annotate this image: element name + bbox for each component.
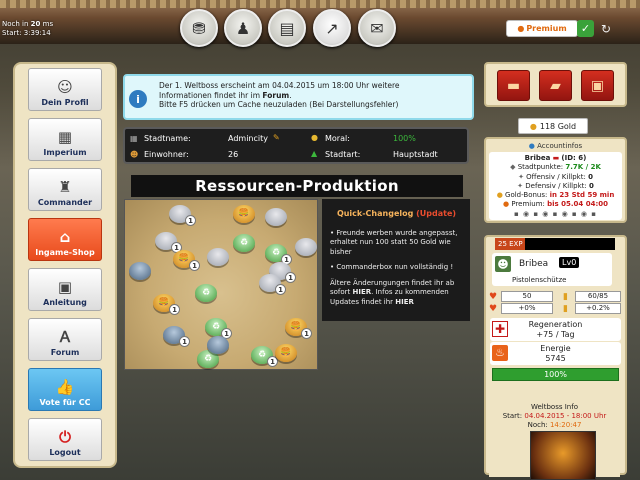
resource-tile[interactable]: ♻ xyxy=(233,234,255,252)
resource-tile[interactable] xyxy=(207,248,229,266)
back-arrow-icon[interactable]: ↻ xyxy=(598,20,614,37)
coins-stack-icon[interactable]: ⛃ xyxy=(180,9,218,47)
ammo-icon: ▮ xyxy=(563,292,568,302)
ammo-bar: 60/85 xyxy=(575,291,621,302)
medical-cross-icon: ✚ xyxy=(492,321,508,337)
tile-level-badge: 1 xyxy=(189,260,200,271)
account-info-icon: ● xyxy=(528,142,535,150)
info-icon: i xyxy=(129,90,147,108)
health-bonus: +0% xyxy=(501,303,553,314)
character-card: ☻ Bribea Lv0 Pistolenschütze xyxy=(492,253,612,286)
ammo-bonus-icon: ▮ xyxy=(563,304,568,314)
profile-icon: ☺ xyxy=(57,78,73,96)
forum-link[interactable]: Forum xyxy=(262,91,289,100)
sidebar-item-commander[interactable]: ♜ Commander xyxy=(28,168,102,211)
sidebar-item-forum[interactable]: Ａ Forum xyxy=(28,318,102,361)
residents-icon: ☻ xyxy=(130,150,139,159)
commander-icon: ♜ xyxy=(58,178,72,196)
scroll-icon[interactable]: ✉ xyxy=(358,9,396,47)
offense-icon: ✦ xyxy=(518,172,524,181)
flag-icon: ▬ xyxy=(552,154,560,162)
reward-crate-icon[interactable]: ▣ xyxy=(581,70,614,101)
resource-map: 1 🍔 1 ♻ 🍔 1 ♻ 1 1 🍔 1 ♻ 1 ♻ 1 1 🍔 1 ♻ ♻ 1 🍔 xyxy=(124,199,318,370)
morale-medal-icon: ● xyxy=(311,133,318,142)
premium-coin-icon: ● xyxy=(517,24,525,33)
energy-progress-bar: 100% xyxy=(492,368,619,381)
energy-box: ♨ Energie 5745 xyxy=(490,342,621,365)
info-banner: Der 1. Weltboss erscheint am 04.04.2015 … xyxy=(123,74,474,120)
sidebar-item-logout[interactable]: ⏻ Logout xyxy=(28,418,102,461)
sidebar: ☺ Dein Profil ▦ Imperium ♜ Commander ⌂ Ingam… xyxy=(13,62,117,468)
tile-level-badge: 1 xyxy=(301,328,312,339)
health-bar: 50 xyxy=(501,291,553,302)
chessboard-icon: ▦ xyxy=(57,128,73,146)
sidebar-item-shop[interactable]: ⌂ Ingame-Shop xyxy=(28,218,102,261)
account-link-icons[interactable]: ▪ ◉ ▪ ◉ ▪ ◉ ▪ ◉ ▪ xyxy=(493,210,618,219)
newspaper-icon[interactable]: ▤ xyxy=(268,9,306,47)
tile-level-badge: 1 xyxy=(285,272,296,283)
resource-tile[interactable] xyxy=(207,336,229,354)
health-bonus-icon: ♥ xyxy=(489,304,498,314)
gold-bonus-icon: ● xyxy=(496,191,503,200)
resource-tile[interactable]: 🍔 xyxy=(275,344,297,362)
check-icon[interactable]: ✓ xyxy=(577,20,594,37)
exp-bar: 25 EXP xyxy=(495,238,615,250)
tile-level-badge: 1 xyxy=(185,215,196,226)
defense-icon: ✦ xyxy=(517,181,524,190)
timer-display: Noch in 20 ms Start: 3:39:14 xyxy=(2,20,54,37)
fire-icon: ♨ xyxy=(492,345,508,361)
premium-button[interactable]: ● Premium xyxy=(506,20,578,37)
changelog-link-upcoming[interactable]: HIER xyxy=(395,298,414,306)
ammo-bonus: +0.2% xyxy=(575,303,621,314)
power-icon: ⏻ xyxy=(59,428,71,446)
regeneration-box: ✚ Regeneration +75 / Tag xyxy=(490,318,621,341)
account-details: Bribea ▬ (ID: 6) ◆ Stadtpunkte: 7.7K / 2… xyxy=(489,152,622,220)
changelog-panel: Quick-Changelog (Update) • Freunde werbe… xyxy=(322,199,470,321)
page-title: Ressourcen-Produktion xyxy=(131,175,463,197)
health-icon: ♥ xyxy=(489,292,498,302)
soldier-avatar-icon: ☻ xyxy=(495,256,511,272)
tile-level-badge: 1 xyxy=(275,284,286,295)
shop-icon: ⌂ xyxy=(59,228,71,246)
sidebar-item-profile[interactable]: ☺ Dein Profil xyxy=(28,68,102,111)
worldboss-image[interactable] xyxy=(530,431,596,480)
changelog-link-older[interactable]: HIER xyxy=(353,288,372,296)
city-stats-panel: ▦ Stadtname: Admincity ✎ ● Moral: 100% ☻… xyxy=(123,127,469,164)
team-icon[interactable]: ♟ xyxy=(224,9,262,47)
resource-tile[interactable] xyxy=(265,208,287,226)
tile-level-badge: 1 xyxy=(179,336,190,347)
city-type-icon: ▲ xyxy=(311,149,318,158)
city-icon: ▦ xyxy=(130,134,138,143)
tile-level-badge: 1 xyxy=(169,304,180,315)
sidebar-item-manual[interactable]: ▣ Anleitung xyxy=(28,268,102,311)
stats-chart-icon[interactable]: ↗ xyxy=(313,9,351,47)
resource-tile[interactable] xyxy=(129,262,151,280)
reward-ammo-icon[interactable]: ▰ xyxy=(539,70,572,101)
reward-boxes: ▬ ▰ ▣ xyxy=(484,62,627,107)
edit-pencil-icon[interactable]: ✎ xyxy=(273,133,280,142)
points-icon: ◆ xyxy=(510,163,516,172)
gold-balance: ● 118 Gold xyxy=(518,118,588,134)
reward-chest-icon[interactable]: ▬ xyxy=(497,70,530,101)
resource-tile[interactable] xyxy=(295,238,317,256)
premium-icon: ● xyxy=(503,200,510,209)
gold-coin-icon: ● xyxy=(529,121,537,131)
account-title: ● Accountinfos xyxy=(528,142,583,150)
sidebar-item-imperium[interactable]: ▦ Imperium xyxy=(28,118,102,161)
manual-icon: ▣ xyxy=(57,278,73,296)
resource-tile[interactable]: 🍔 xyxy=(233,205,255,223)
thumbs-up-icon: 👍 xyxy=(55,378,75,396)
forum-icon: Ａ xyxy=(57,328,73,346)
resource-tile[interactable]: ♻ xyxy=(195,284,217,302)
sidebar-item-vote[interactable]: 👍 Vote für CC xyxy=(28,368,102,411)
